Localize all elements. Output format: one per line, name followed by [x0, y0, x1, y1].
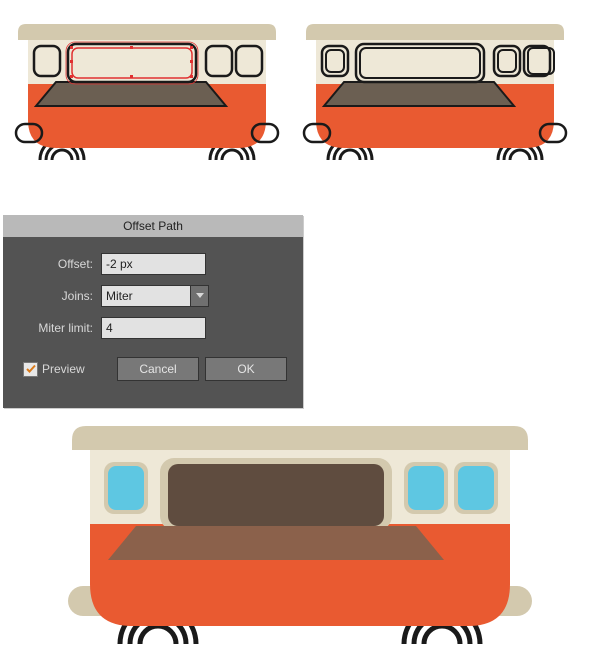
joins-dropdown[interactable]: Miter	[101, 285, 191, 307]
offset-label: Offset:	[23, 257, 93, 271]
miter-limit-label: Miter limit:	[23, 321, 93, 335]
offset-input[interactable]: -2 px	[101, 253, 206, 275]
van-colored	[60, 420, 540, 652]
van-outline-right	[300, 12, 570, 192]
miter-limit-input[interactable]: 4	[101, 317, 206, 339]
joins-label: Joins:	[23, 289, 93, 303]
check-icon	[26, 364, 36, 374]
preview-checkbox[interactable]: Preview	[23, 362, 85, 377]
ok-button[interactable]: OK	[205, 357, 287, 381]
dialog-title: Offset Path	[3, 215, 303, 237]
van-outline-left	[12, 12, 282, 192]
cancel-button[interactable]: Cancel	[117, 357, 199, 381]
preview-label: Preview	[42, 362, 85, 376]
offset-path-dialog: Offset Path Offset: -2 px Joins: Miter M…	[3, 215, 303, 408]
